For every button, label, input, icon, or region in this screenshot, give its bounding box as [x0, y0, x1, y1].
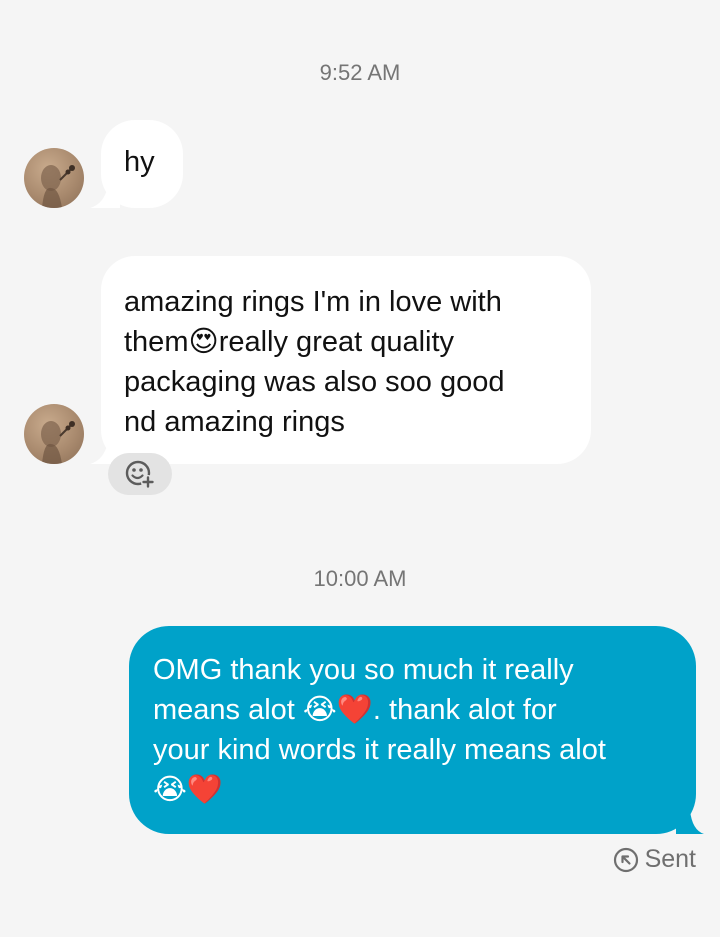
- profile-photo-icon: [41, 165, 75, 208]
- timestamp: 9:52 AM: [319, 60, 401, 85]
- outgoing-message-bubble[interactable]: OMG thank you so much it really means al…: [129, 626, 696, 834]
- sent-arrow-icon: [613, 847, 638, 872]
- incoming-message-bubble[interactable]: hy: [101, 120, 183, 208]
- status-label: Sent: [644, 845, 696, 873]
- message-text: hy: [124, 146, 155, 178]
- message-status: Sent: [613, 845, 696, 874]
- add-reaction-button[interactable]: [108, 453, 172, 495]
- timestamp: 10:00 AM: [313, 566, 407, 591]
- message-line: packaging was also soo good: [124, 366, 505, 398]
- avatar[interactable]: [24, 404, 84, 464]
- message-line: 😭❤️: [153, 774, 223, 806]
- incoming-message-bubble[interactable]: amazing rings I'm in love with them😍real…: [101, 256, 591, 464]
- avatar[interactable]: [24, 148, 84, 208]
- message-line: your kind words it really means alot: [153, 734, 606, 766]
- message-line: them😍really great quality: [124, 326, 455, 358]
- message-line: amazing rings I'm in love with: [124, 286, 502, 318]
- add-reaction-icon: [125, 460, 155, 489]
- message-line: OMG thank you so much it really: [153, 654, 574, 686]
- message-line: nd amazing rings: [124, 406, 345, 438]
- profile-photo-icon: [41, 421, 75, 464]
- message-line: means alot 😭❤️. thank alot for: [153, 694, 557, 726]
